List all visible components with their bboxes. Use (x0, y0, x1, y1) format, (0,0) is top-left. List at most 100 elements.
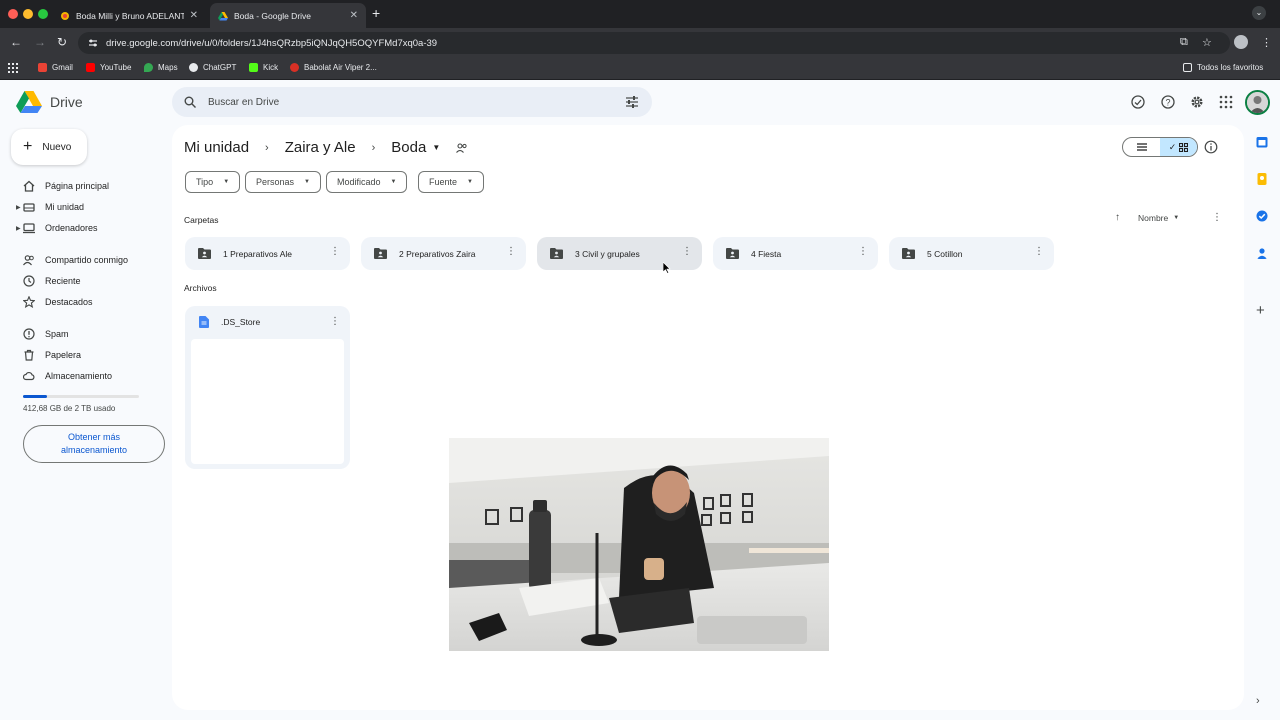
more-options-icon[interactable]: ⋮ (1034, 246, 1044, 257)
breadcrumb-zaira-y-ale[interactable]: Zaira y Ale (285, 139, 356, 156)
close-tab-icon[interactable]: ✕ (350, 10, 358, 21)
bookmark-gmail[interactable]: Gmail (38, 63, 73, 72)
apps-grid-icon[interactable] (8, 63, 18, 73)
filter-type-chip[interactable]: Tipo ▼ (185, 171, 241, 193)
dropdown-arrow-icon: ▼ (467, 179, 473, 185)
get-more-storage-button[interactable]: Obtener más almacenamiento (23, 425, 165, 463)
sidebar-item-home[interactable]: Página principal (0, 177, 172, 195)
breadcrumb-current-folder[interactable]: Boda (391, 139, 426, 156)
dropdown-arrow-icon: ▼ (223, 179, 230, 185)
list-view-button[interactable] (1123, 138, 1160, 156)
folder-card[interactable]: 3 Civil y grupales ⋮ (537, 237, 702, 270)
folder-menu-dropdown-icon[interactable]: ▼ (432, 143, 440, 152)
more-options-icon[interactable]: ⋮ (330, 316, 340, 327)
details-info-icon[interactable] (1204, 140, 1218, 154)
site-settings-icon[interactable] (88, 38, 98, 48)
browser-tab-2[interactable]: Boda - Google Drive ✕ (210, 3, 366, 28)
minimize-window-button[interactable] (23, 9, 33, 19)
search-bar[interactable] (172, 87, 652, 117)
search-options-icon[interactable] (626, 96, 638, 108)
sidebar-item-recent[interactable]: Reciente (0, 272, 172, 290)
add-addon-plus-icon[interactable]: + (1256, 303, 1268, 318)
drive-logo[interactable]: Drive (16, 91, 83, 113)
webcam-person-image (449, 438, 829, 651)
forward-arrow-icon[interactable]: → (34, 35, 46, 49)
offline-ready-icon[interactable] (1131, 95, 1145, 109)
breadcrumb-my-drive[interactable]: Mi unidad (184, 139, 249, 156)
file-card[interactable]: .DS_Store ⋮ (185, 306, 350, 469)
folder-card[interactable]: 1 Preparativos Ale ⋮ (185, 237, 350, 270)
sidebar-item-storage[interactable]: Almacenamiento (0, 367, 172, 385)
bookmark-maps[interactable]: Maps (144, 63, 178, 72)
collapse-panel-chevron-icon[interactable]: › (1256, 695, 1268, 707)
shared-folder-icon (374, 248, 387, 259)
tab-title: Boda Milli y Bruno ADELANTO (76, 10, 184, 21)
new-tab-button[interactable]: + (372, 5, 380, 21)
sidebar-item-shared-with-me[interactable]: Compartido conmigo (0, 251, 172, 269)
google-apps-icon[interactable] (1219, 95, 1233, 109)
storage-usage-fill (23, 395, 47, 398)
tasks-icon[interactable] (1256, 210, 1268, 222)
sidebar-item-my-drive[interactable]: ▶ Mi unidad (0, 198, 172, 216)
new-button[interactable]: + Nuevo (11, 129, 87, 165)
shared-folder-people-icon[interactable] (456, 142, 468, 153)
side-panel-rail: + › (1248, 81, 1280, 720)
browser-profile-icon[interactable] (1234, 35, 1248, 49)
search-input[interactable] (208, 96, 588, 108)
close-window-button[interactable] (8, 9, 18, 19)
sidebar-item-spam[interactable]: Spam (0, 325, 172, 343)
contacts-icon[interactable] (1256, 247, 1268, 259)
storage-usage-bar (23, 395, 139, 398)
folder-card[interactable]: 2 Preparativos Zaira ⋮ (361, 237, 526, 270)
bookmark-babolat[interactable]: Babolat Air Viper 2... (290, 63, 377, 72)
keep-icon[interactable] (1256, 173, 1268, 185)
filter-people-chip[interactable]: Personas ▼ (245, 171, 321, 193)
maximize-window-button[interactable] (38, 9, 48, 19)
tab-title: Boda - Google Drive (234, 10, 312, 21)
sidebar-item-starred[interactable]: Destacados (0, 293, 172, 311)
dropdown-arrow-icon: ▼ (1173, 214, 1180, 221)
sort-control[interactable]: ↑ Nombre ▼ (1115, 212, 1179, 223)
folder-card[interactable]: 4 Fiesta ⋮ (713, 237, 878, 270)
dropdown-arrow-icon: ▼ (390, 179, 397, 185)
tab-search-icon[interactable]: ⌄ (1252, 6, 1266, 20)
bookmark-star-icon[interactable]: ☆ (1202, 36, 1212, 49)
grid-view-button[interactable]: ✓ (1160, 138, 1197, 156)
sidebar-item-trash[interactable]: Papelera (0, 346, 172, 364)
bookmark-kick[interactable]: Kick (249, 63, 278, 72)
file-name: .DS_Store (221, 317, 261, 327)
all-bookmarks-folder[interactable]: Todos los favoritos (1183, 63, 1263, 72)
install-app-icon[interactable]: ⧉ (1180, 36, 1188, 49)
plus-icon: + (23, 138, 33, 155)
bookmark-youtube[interactable]: YouTube (86, 63, 131, 72)
shared-folder-icon (726, 248, 739, 259)
calendar-icon[interactable] (1256, 136, 1268, 148)
more-options-icon[interactable]: ⋮ (1212, 212, 1222, 223)
list-view-icon (1136, 143, 1147, 151)
sort-direction-arrow-icon[interactable]: ↑ (1115, 212, 1120, 223)
new-button-label: Nuevo (42, 141, 72, 153)
bookmark-chatgpt[interactable]: ChatGPT (189, 63, 236, 72)
search-icon[interactable] (184, 96, 196, 108)
browser-toolbar: ← → ↻ drive.google.com/drive/u/0/folders… (0, 28, 1280, 58)
checkmark-icon: ✓ (1168, 141, 1177, 152)
filter-source-chip[interactable]: Fuente ▼ (418, 171, 484, 193)
sidebar-item-computers[interactable]: ▶ Ordenadores (0, 219, 172, 237)
folder-card[interactable]: 5 Cotillon ⋮ (889, 237, 1054, 270)
address-bar[interactable]: drive.google.com/drive/u/0/folders/1J4hs… (78, 32, 1230, 54)
browser-menu-icon[interactable]: ⋮ (1261, 36, 1272, 49)
settings-gear-icon[interactable] (1190, 95, 1204, 109)
browser-tab-1[interactable]: Boda Milli y Bruno ADELANTO ✕ (52, 3, 206, 28)
close-tab-icon[interactable]: ✕ (190, 10, 198, 21)
expand-caret-icon[interactable]: ▶ (16, 204, 21, 211)
more-options-icon[interactable]: ⋮ (682, 246, 692, 257)
more-options-icon[interactable]: ⋮ (330, 246, 340, 257)
more-options-icon[interactable]: ⋮ (858, 246, 868, 257)
reload-icon[interactable]: ↻ (57, 35, 67, 49)
expand-caret-icon[interactable]: ▶ (16, 225, 21, 232)
help-icon[interactable]: ? (1161, 95, 1175, 109)
more-options-icon[interactable]: ⋮ (506, 246, 516, 257)
filter-modified-chip[interactable]: Modificado ▼ (326, 171, 408, 193)
back-arrow-icon[interactable]: ← (10, 35, 22, 49)
folder-name: 1 Preparativos Ale (223, 248, 292, 259)
